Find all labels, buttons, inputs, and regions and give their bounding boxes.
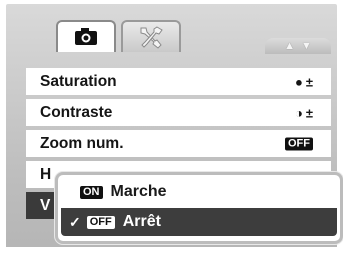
- menu-item-label: Saturation: [40, 72, 117, 90]
- scroll-up-icon[interactable]: ▲: [284, 40, 295, 52]
- camera-menu-screen: ▲ ▼ Saturation ● ± Contraste ◑ ± Zoom nu…: [6, 4, 343, 255]
- camera-icon: [75, 28, 97, 45]
- plus-minus-icon: ±: [305, 74, 313, 89]
- plus-minus-icon: ±: [305, 105, 313, 120]
- off-badge: OFF: [86, 215, 115, 229]
- option-off-selected[interactable]: ✓ OFF Arrêt: [61, 208, 337, 236]
- menu-item-label: V: [40, 196, 51, 214]
- option-on[interactable]: ON Marche: [61, 178, 337, 206]
- menu-item-digital-zoom[interactable]: Zoom num. OFF: [26, 130, 331, 157]
- tab-camera[interactable]: [56, 20, 116, 52]
- off-badge: OFF: [285, 137, 313, 150]
- wrench-screwdriver-icon: [140, 26, 163, 49]
- option-label: Marche: [110, 183, 167, 200]
- menu-item-contrast[interactable]: Contraste ◑ ±: [26, 99, 331, 126]
- menu-item-saturation[interactable]: Saturation ● ±: [26, 68, 331, 95]
- option-popup: ON Marche ✓ OFF Arrêt: [55, 172, 343, 244]
- scroll-down-icon[interactable]: ▼: [301, 40, 312, 52]
- saturation-value: ● ±: [295, 74, 313, 89]
- tab-setup[interactable]: [121, 20, 181, 52]
- menu-item-label: Zoom num.: [40, 134, 124, 152]
- option-label: Arrêt: [122, 213, 161, 230]
- checkmark-icon: ✓: [69, 213, 81, 230]
- digital-zoom-value: OFF: [285, 137, 313, 150]
- scroll-indicator[interactable]: ▲ ▼: [265, 38, 331, 54]
- contrast-icon: ◑: [295, 105, 303, 120]
- droplet-icon: ●: [295, 74, 303, 89]
- menu-item-label: Contraste: [40, 103, 113, 121]
- contrast-value: ◑ ±: [295, 105, 313, 120]
- menu-item-label: H: [40, 165, 52, 183]
- on-badge: ON: [80, 185, 103, 199]
